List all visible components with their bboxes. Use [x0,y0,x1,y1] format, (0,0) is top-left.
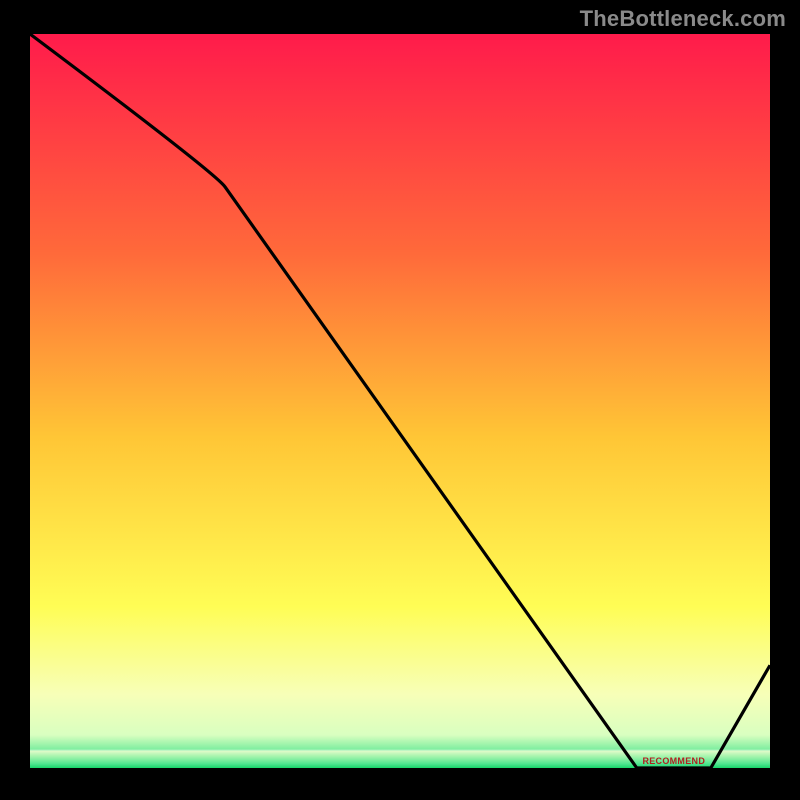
recommended-label: RECOMMEND [642,756,705,766]
plot-area [30,34,770,768]
bottleneck-chart: RECOMMEND [0,0,800,800]
chart-container: { "watermark": "TheBottleneck.com", "ann… [0,0,800,800]
watermark-text: TheBottleneck.com [580,6,786,32]
